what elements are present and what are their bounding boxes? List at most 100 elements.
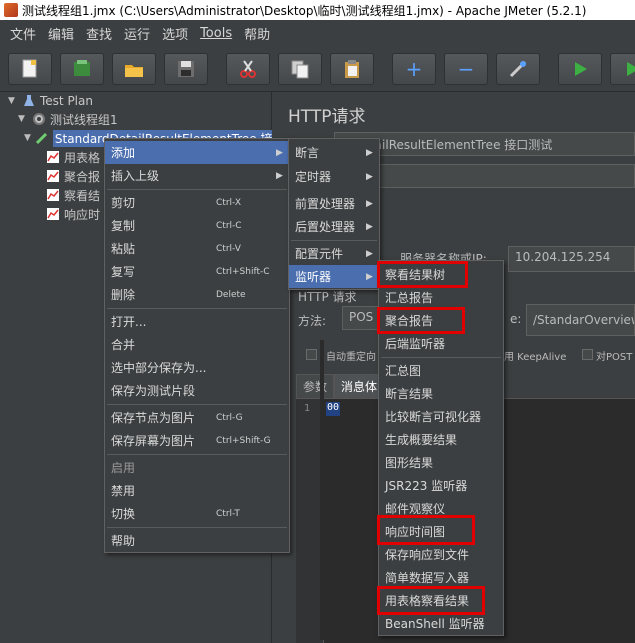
path-input[interactable]: /StandarOverviewC: [526, 304, 635, 336]
menu-item-save-screen-image[interactable]: 保存屏幕为图片 Ctrl+Shift-G: [105, 429, 289, 452]
new-button[interactable]: [8, 53, 52, 85]
tab-parameters[interactable]: 参数: [296, 374, 335, 399]
copy-button[interactable]: [278, 53, 322, 85]
menu-item-save-fragment[interactable]: 保存为测试片段: [105, 379, 289, 402]
menu-item-generate-summary-results[interactable]: 生成概要结果: [379, 428, 503, 451]
menu-item-post-processors[interactable]: 后置处理器 ▶: [289, 215, 379, 238]
submenu-arrow-icon: ▶: [366, 171, 373, 182]
save-icon: [178, 61, 194, 77]
tree-node-listener-response-time[interactable]: 响应时: [46, 205, 100, 223]
start-button[interactable]: [558, 53, 602, 85]
menu-options[interactable]: 选项: [156, 24, 194, 43]
menu-tools[interactable]: Tools: [194, 26, 238, 41]
tree-context-menu: 添加 ▶ 插入上级 ▶ 剪切 Ctrl-X 复制 Ctrl-C 粘贴 Ctrl-…: [104, 138, 290, 553]
expand-all-button[interactable]: +: [392, 53, 436, 85]
save-button[interactable]: [164, 53, 208, 85]
menu-item-view-results-tree[interactable]: 察看结果树: [379, 263, 503, 286]
new-icon: [22, 59, 37, 78]
listener-chart-icon: [47, 208, 59, 220]
submenu-arrow-icon: ▶: [276, 147, 283, 158]
thread-group-gear-icon: [33, 113, 45, 125]
menu-item-config-elements[interactable]: 配置元件 ▶: [289, 242, 379, 265]
menu-item-graph-results[interactable]: 图形结果: [379, 451, 503, 474]
test-plan-flask-icon: [24, 95, 34, 106]
cut-icon: [240, 60, 256, 78]
menu-bar: 文件 编辑 查找 运行 选项 Tools 帮助: [0, 20, 635, 46]
menu-item-response-time-graph[interactable]: 响应时间图: [379, 520, 503, 543]
menu-item-remove[interactable]: 删除 Delete: [105, 283, 289, 306]
menu-item-paste[interactable]: 粘贴 Ctrl-V: [105, 237, 289, 260]
menu-item-save-node-image[interactable]: 保存节点为图片 Ctrl-G: [105, 406, 289, 429]
menu-item-timers[interactable]: 定时器 ▶: [289, 165, 379, 188]
menu-item-help[interactable]: 帮助: [105, 529, 289, 552]
menu-item-merge[interactable]: 合并: [105, 333, 289, 356]
request-tabs: 参数 消息体: [296, 374, 385, 399]
menu-item-jsr223-listener[interactable]: JSR223 监听器: [379, 474, 503, 497]
open-icon: [125, 65, 143, 77]
menu-item-assertions[interactable]: 断言 ▶: [289, 141, 379, 164]
menu-item-copy[interactable]: 复制 Ctrl-C: [105, 214, 289, 237]
menu-item-cut[interactable]: 剪切 Ctrl-X: [105, 191, 289, 214]
listener-chart-icon: [47, 189, 59, 201]
menu-item-pre-processors[interactable]: 前置处理器 ▶: [289, 192, 379, 215]
menu-run[interactable]: 运行: [118, 24, 156, 43]
auto-redirect-label: 自动重定向: [326, 352, 376, 363]
auto-redirect-checkbox[interactable]: [306, 349, 317, 360]
menu-item-save-responses-to-file[interactable]: 保存响应到文件: [379, 543, 503, 566]
paste-button[interactable]: [330, 53, 374, 85]
menu-item-backend-listener[interactable]: 后端监听器: [379, 332, 503, 355]
start-no-pause-button[interactable]: [610, 53, 635, 85]
tree-expanded-icon[interactable]: ▼: [24, 133, 31, 143]
menu-item-aggregate-graph[interactable]: 汇总图: [379, 359, 503, 382]
menu-item-simple-data-writer[interactable]: 简单数据写入器: [379, 566, 503, 589]
templates-button[interactable]: [60, 53, 104, 85]
method-select[interactable]: POS: [342, 306, 382, 330]
menu-item-beanshell-listener[interactable]: BeanShell 监听器: [379, 612, 503, 635]
menu-item-view-results-in-table[interactable]: 用表格察看结果: [379, 589, 503, 612]
menu-item-open[interactable]: 打开...: [105, 310, 289, 333]
tab-body-data[interactable]: 消息体: [334, 374, 385, 399]
menu-item-assertion-results[interactable]: 断言结果: [379, 382, 503, 405]
menu-item-mailer-visualizer[interactable]: 邮件观察仪: [379, 497, 503, 520]
menu-edit[interactable]: 编辑: [42, 24, 80, 43]
menu-separator: [107, 454, 287, 455]
menu-separator: [107, 404, 287, 405]
server-input[interactable]: 10.204.125.254: [508, 246, 635, 272]
menu-item-summary-report[interactable]: 汇总报告: [379, 286, 503, 309]
menu-item-duplicate[interactable]: 复写 Ctrl+Shift-C: [105, 260, 289, 283]
menu-file[interactable]: 文件: [4, 24, 42, 43]
vertical-scrollbar[interactable]: [320, 340, 324, 640]
submenu-arrow-icon: ▶: [366, 147, 373, 158]
cut-button[interactable]: [226, 53, 270, 85]
menu-item-add[interactable]: 添加 ▶: [105, 141, 289, 164]
menu-item-save-selection[interactable]: 选中部分保存为...: [105, 356, 289, 379]
menu-item-aggregate-report[interactable]: 聚合报告: [379, 309, 503, 332]
menu-separator: [107, 308, 287, 309]
templates-icon: [74, 60, 90, 76]
open-button[interactable]: [112, 53, 156, 85]
submenu-arrow-icon: ▶: [366, 221, 373, 232]
menu-search[interactable]: 查找: [80, 24, 118, 43]
menu-item-toggle[interactable]: 切换 Ctrl-T: [105, 502, 289, 525]
tree-node-listener-table[interactable]: 用表格: [46, 148, 100, 166]
tree-node-thread-group[interactable]: ▼ 测试线程组1: [18, 110, 118, 128]
collapse-all-button[interactable]: −: [444, 53, 488, 85]
paste-icon: [345, 60, 359, 78]
post-multipart-checkbox[interactable]: [582, 349, 593, 360]
listener-chart-icon: [47, 151, 59, 163]
menu-item-disable[interactable]: 禁用: [105, 479, 289, 502]
menu-item-listeners[interactable]: 监听器 ▶: [289, 265, 379, 288]
tree-node-test-plan[interactable]: ▼ Test Plan: [8, 92, 93, 110]
menu-help[interactable]: 帮助: [238, 24, 276, 43]
toggle-button[interactable]: [496, 53, 540, 85]
tree-node-listener-aggregate[interactable]: 聚合报: [46, 167, 100, 185]
http-request-group-label: HTTP 请求: [298, 290, 357, 304]
tree-expanded-icon[interactable]: ▼: [18, 114, 28, 124]
tree-node-listener-results-tree[interactable]: 察看结: [46, 186, 100, 204]
tree-expanded-icon[interactable]: ▼: [8, 96, 18, 106]
menu-item-comparison-assertion-visualizer[interactable]: 比较断言可视化器: [379, 405, 503, 428]
window-title-bar: 测试线程组1.jmx (C:\Users\Administrator\Deskt…: [0, 0, 635, 20]
menu-item-enable[interactable]: 启用: [105, 456, 289, 479]
menu-item-insert-parent[interactable]: 插入上级 ▶: [105, 164, 289, 187]
menu-separator: [291, 240, 377, 241]
